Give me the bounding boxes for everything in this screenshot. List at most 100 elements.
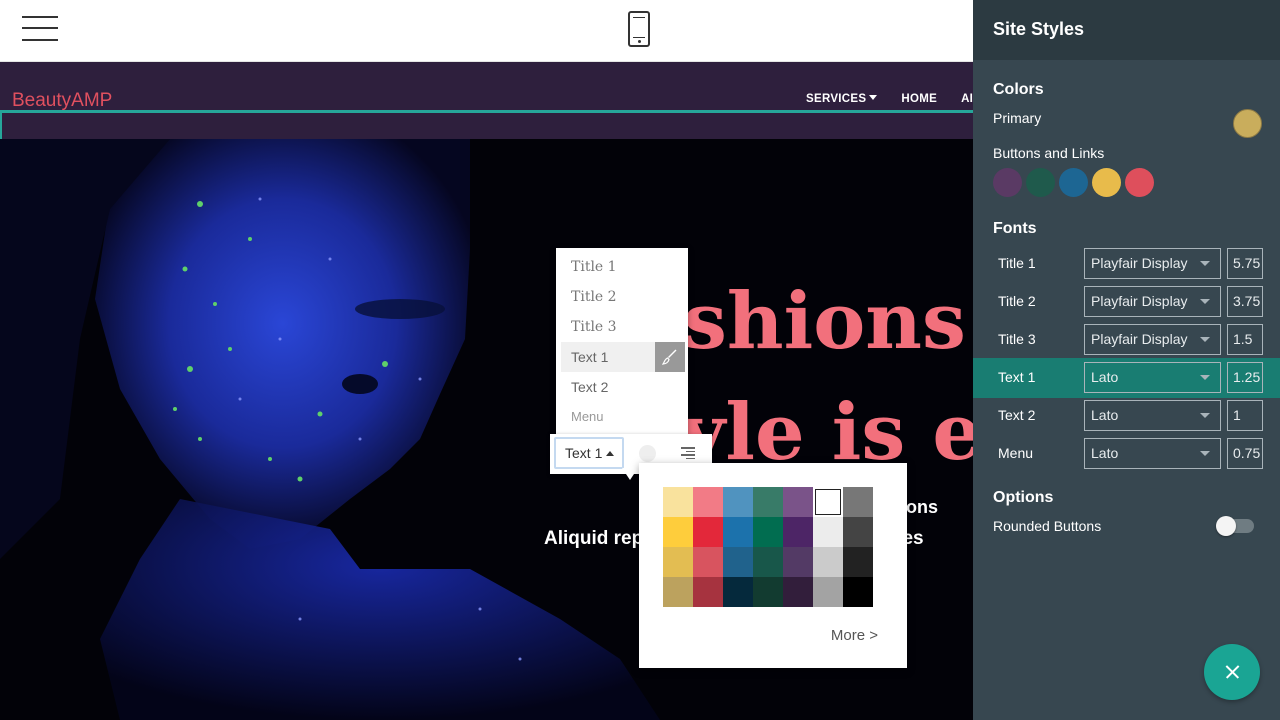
- hero-text-line2[interactable]: Aliquid rep: [544, 528, 643, 550]
- color-swatch[interactable]: [843, 517, 873, 547]
- font-row-label: Menu: [998, 445, 1034, 461]
- color-swatch[interactable]: [663, 547, 693, 577]
- color-swatch[interactable]: [843, 487, 873, 517]
- dropdown-arrow-icon: [1200, 413, 1210, 418]
- font-family-value: Lato: [1091, 445, 1119, 461]
- font-family-value: Playfair Display: [1091, 293, 1188, 309]
- nav-item-services[interactable]: SERVICES: [806, 93, 878, 105]
- text-color-button[interactable]: [639, 445, 656, 462]
- site-navbar: BeautyAMP SERVICES HOME AI: [0, 62, 973, 139]
- site-nav-menu: SERVICES HOME AI: [806, 93, 973, 105]
- font-family-value: Lato: [1091, 369, 1119, 385]
- font-family-select[interactable]: Lato: [1084, 438, 1221, 469]
- align-right-icon[interactable]: [681, 447, 695, 459]
- font-row: Title 3 Playfair Display 1.5: [973, 320, 1280, 360]
- font-row: Menu Lato 0.75: [973, 434, 1280, 474]
- close-icon[interactable]: [1204, 644, 1260, 700]
- style-option-text-2[interactable]: Text 2: [556, 372, 688, 402]
- font-size-input[interactable]: 0.75: [1227, 438, 1263, 469]
- edit-style-button[interactable]: [655, 342, 685, 372]
- font-size-input[interactable]: 1.5: [1227, 324, 1263, 355]
- text-style-dropdown: Title 1 Title 2 Title 3 Text 1 Text 2 Me…: [556, 248, 688, 436]
- style-option-title-1[interactable]: Title 1: [556, 252, 688, 282]
- font-row: Title 2 Playfair Display 3.75: [973, 282, 1280, 322]
- font-family-value: Playfair Display: [1091, 255, 1188, 271]
- color-swatch[interactable]: [663, 487, 693, 517]
- color-swatch[interactable]: [753, 577, 783, 607]
- font-family-select[interactable]: Playfair Display: [1084, 324, 1221, 355]
- style-option-title-3[interactable]: Title 3: [556, 312, 688, 342]
- more-colors-link[interactable]: More >: [831, 627, 878, 644]
- font-row-label: Title 3: [998, 331, 1036, 347]
- font-family-select[interactable]: Playfair Display: [1084, 248, 1221, 279]
- font-row-label: Text 2: [998, 407, 1036, 423]
- color-swatch[interactable]: [783, 487, 813, 517]
- font-row: Title 1 Playfair Display 5.75: [973, 244, 1280, 284]
- color-swatch[interactable]: [783, 547, 813, 577]
- nav-item-about[interactable]: AI: [961, 93, 973, 105]
- font-size-input[interactable]: 1: [1227, 400, 1263, 431]
- rounded-buttons-label: Rounded Buttons: [993, 518, 1102, 534]
- button-color-swatch[interactable]: [993, 168, 1022, 197]
- button-color-swatch[interactable]: [1059, 168, 1088, 197]
- block-selection-outline: [0, 110, 973, 113]
- style-option-text-1[interactable]: Text 1: [561, 342, 685, 372]
- dropdown-arrow-icon: [1200, 375, 1210, 380]
- font-family-select[interactable]: Lato: [1084, 362, 1221, 393]
- style-option-title-2[interactable]: Title 2: [556, 282, 688, 312]
- font-family-value: Playfair Display: [1091, 331, 1188, 347]
- button-color-swatch[interactable]: [1026, 168, 1055, 197]
- font-row: Text 2 Lato 1: [973, 396, 1280, 436]
- color-swatch[interactable]: [723, 547, 753, 577]
- fonts-section-title: Fonts: [993, 220, 1037, 237]
- color-swatch[interactable]: [693, 577, 723, 607]
- font-row-label: Title 2: [998, 293, 1036, 309]
- color-swatch[interactable]: [843, 547, 873, 577]
- color-swatch[interactable]: [753, 517, 783, 547]
- text-style-select-label: Text 1: [565, 445, 603, 461]
- button-color-swatch[interactable]: [1125, 168, 1154, 197]
- font-size-input[interactable]: 3.75: [1227, 286, 1263, 317]
- color-picker-pointer: [622, 468, 638, 480]
- color-swatch[interactable]: [783, 517, 813, 547]
- color-swatch[interactable]: [723, 487, 753, 517]
- color-swatch[interactable]: [813, 577, 843, 607]
- color-swatch[interactable]: [663, 517, 693, 547]
- color-swatch[interactable]: [693, 517, 723, 547]
- color-swatch[interactable]: [813, 517, 843, 547]
- rounded-buttons-toggle[interactable]: [1216, 516, 1254, 536]
- color-swatch[interactable]: [783, 577, 813, 607]
- color-swatch[interactable]: [753, 547, 783, 577]
- color-swatch[interactable]: [813, 487, 843, 517]
- font-family-select[interactable]: Playfair Display: [1084, 286, 1221, 317]
- style-option-text-1-label: Text 1: [571, 349, 609, 365]
- hero-title-line1[interactable]: shions: [683, 276, 966, 367]
- font-size-input[interactable]: 5.75: [1227, 248, 1263, 279]
- color-picker-popover: More >: [639, 463, 907, 668]
- color-swatch[interactable]: [753, 487, 783, 517]
- caret-down-icon: [869, 95, 878, 100]
- font-family-select[interactable]: Lato: [1084, 400, 1221, 431]
- color-swatch[interactable]: [843, 577, 873, 607]
- text-style-select[interactable]: Text 1: [554, 437, 624, 469]
- color-swatch-grid: [663, 487, 873, 607]
- dropdown-arrow-icon: [1200, 451, 1210, 456]
- brush-icon: [662, 349, 677, 365]
- font-row-label: Text 1: [998, 369, 1036, 385]
- color-swatch[interactable]: [663, 577, 693, 607]
- color-swatch[interactable]: [693, 547, 723, 577]
- nav-item-home[interactable]: HOME: [901, 93, 937, 105]
- style-option-menu[interactable]: Menu: [556, 402, 688, 432]
- button-color-swatch[interactable]: [1092, 168, 1121, 197]
- font-row: Text 1 Lato 1.25: [973, 358, 1280, 398]
- color-swatch[interactable]: [813, 547, 843, 577]
- hamburger-icon[interactable]: [22, 14, 58, 42]
- button-color-swatches: [993, 168, 1154, 197]
- font-size-input[interactable]: 1.25: [1227, 362, 1263, 393]
- site-brand[interactable]: BeautyAMP: [12, 90, 112, 112]
- primary-color-swatch[interactable]: [1233, 109, 1262, 138]
- phone-icon[interactable]: [628, 11, 650, 47]
- color-swatch[interactable]: [723, 517, 753, 547]
- color-swatch[interactable]: [723, 577, 753, 607]
- color-swatch[interactable]: [693, 487, 723, 517]
